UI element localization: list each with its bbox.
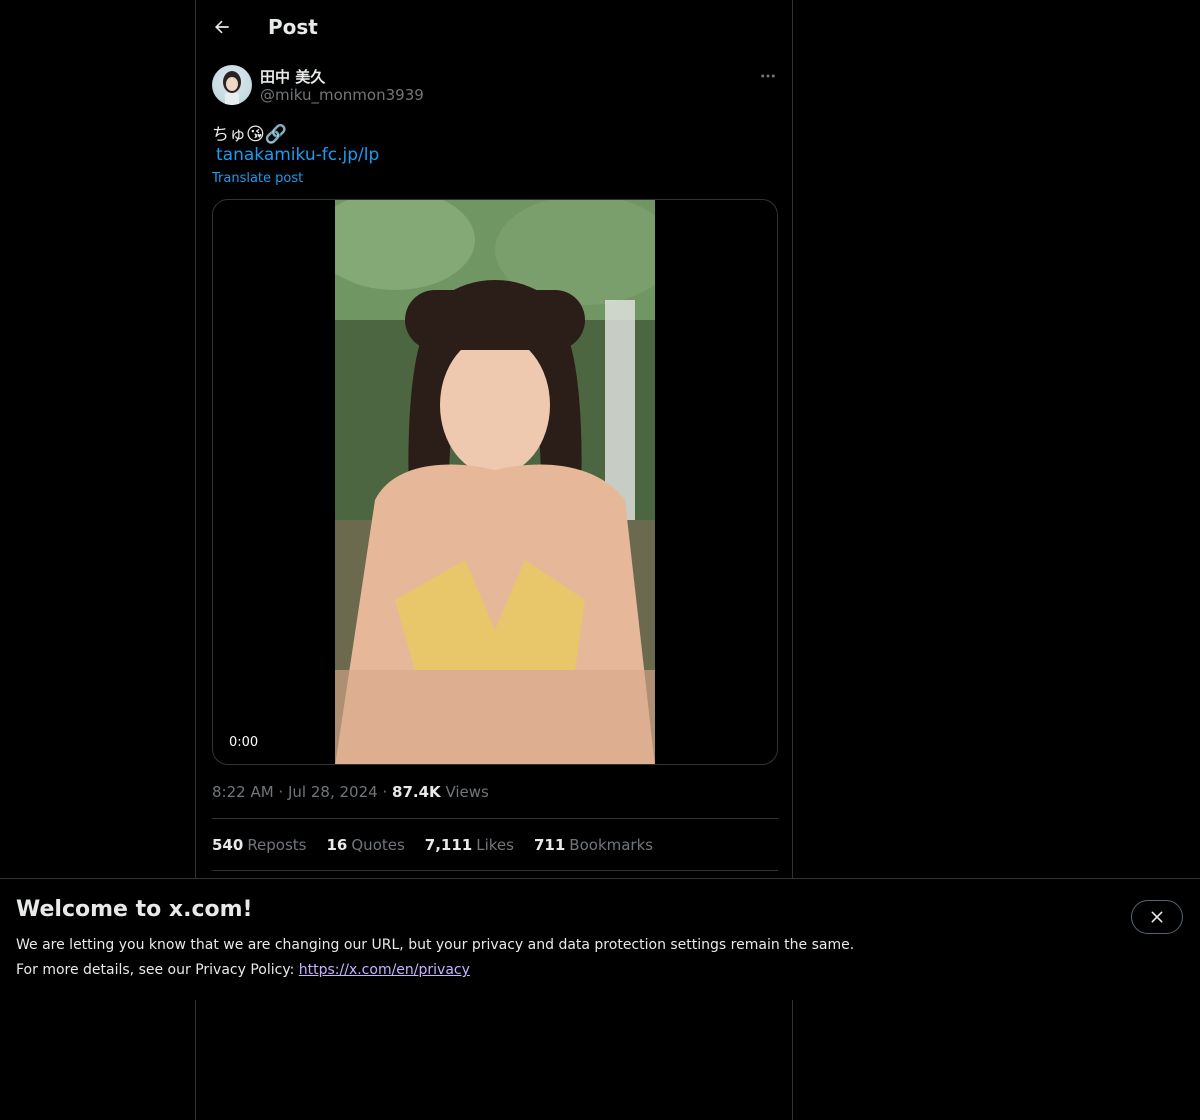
back-button[interactable] [206, 11, 238, 43]
more-options-button[interactable] [756, 64, 780, 88]
post-text: ちゅ😘🔗 [212, 120, 287, 145]
page-title: Post [268, 15, 318, 39]
translate-post-button[interactable]: Translate post [212, 171, 303, 186]
post-link[interactable]: tanakamiku-fc.jp/lp [216, 145, 379, 165]
post-time[interactable]: 8:22 AM [212, 783, 274, 801]
video-time: 0:00 [229, 735, 259, 750]
post-meta: 8:22 AM · Jul 28, 2024 · 87.4K Views [212, 783, 489, 801]
stat-label: Likes [476, 836, 514, 854]
meta-separator: · [382, 783, 388, 801]
engagement-stats: 540 Reposts 16 Quotes 7,111 Likes 711 Bookma… [212, 836, 653, 854]
more-horizontal-icon [761, 74, 775, 78]
banner-privacy-line: For more details, see our Privacy Policy… [16, 962, 470, 978]
user-handle[interactable]: @miku_monmon3939 [260, 86, 424, 104]
close-icon [1151, 911, 1163, 923]
video-frame [335, 200, 655, 764]
privacy-policy-link[interactable]: https://x.com/en/privacy [299, 962, 470, 978]
stat-count: 16 [326, 836, 348, 854]
arrow-left-icon [215, 20, 229, 34]
banner-title: Welcome to x.com! [16, 897, 253, 922]
banner-message: We are letting you know that we are chan… [16, 937, 855, 953]
stat-bookmarks[interactable]: 711 Bookmarks [534, 836, 653, 854]
meta-separator: · [278, 783, 284, 801]
avatar[interactable] [212, 65, 252, 105]
stat-count: 711 [533, 836, 566, 854]
stat-label: Reposts [247, 836, 307, 854]
url-change-banner: Welcome to x.com! We are letting you kno… [0, 878, 1200, 1000]
stat-count: 540 [212, 836, 244, 854]
avatar-photo [223, 71, 241, 105]
emoji-icons: 😘🔗 [246, 124, 288, 145]
post-text-body: ちゅ [212, 125, 246, 145]
banner-privacy-prefix: For more details, see our Privacy Policy… [16, 962, 299, 978]
post-date[interactable]: Jul 28, 2024 [288, 783, 378, 801]
views-count: 87.4K [392, 783, 441, 801]
video-thumbnail [335, 200, 655, 764]
views-label: Views [445, 783, 489, 801]
divider [212, 818, 778, 819]
stat-likes[interactable]: 7,111 Likes [425, 836, 514, 854]
stat-label: Bookmarks [569, 836, 654, 854]
stat-reposts[interactable]: 540 Reposts [212, 836, 307, 854]
stat-label: Quotes [351, 836, 405, 854]
video-player[interactable]: 0:00 [212, 199, 778, 765]
stat-quotes[interactable]: 16 Quotes [327, 836, 405, 854]
close-banner-button[interactable] [1131, 900, 1183, 934]
divider [212, 870, 778, 871]
stat-count: 7,111 [424, 836, 473, 854]
display-name[interactable]: 田中 美久 [260, 66, 325, 87]
